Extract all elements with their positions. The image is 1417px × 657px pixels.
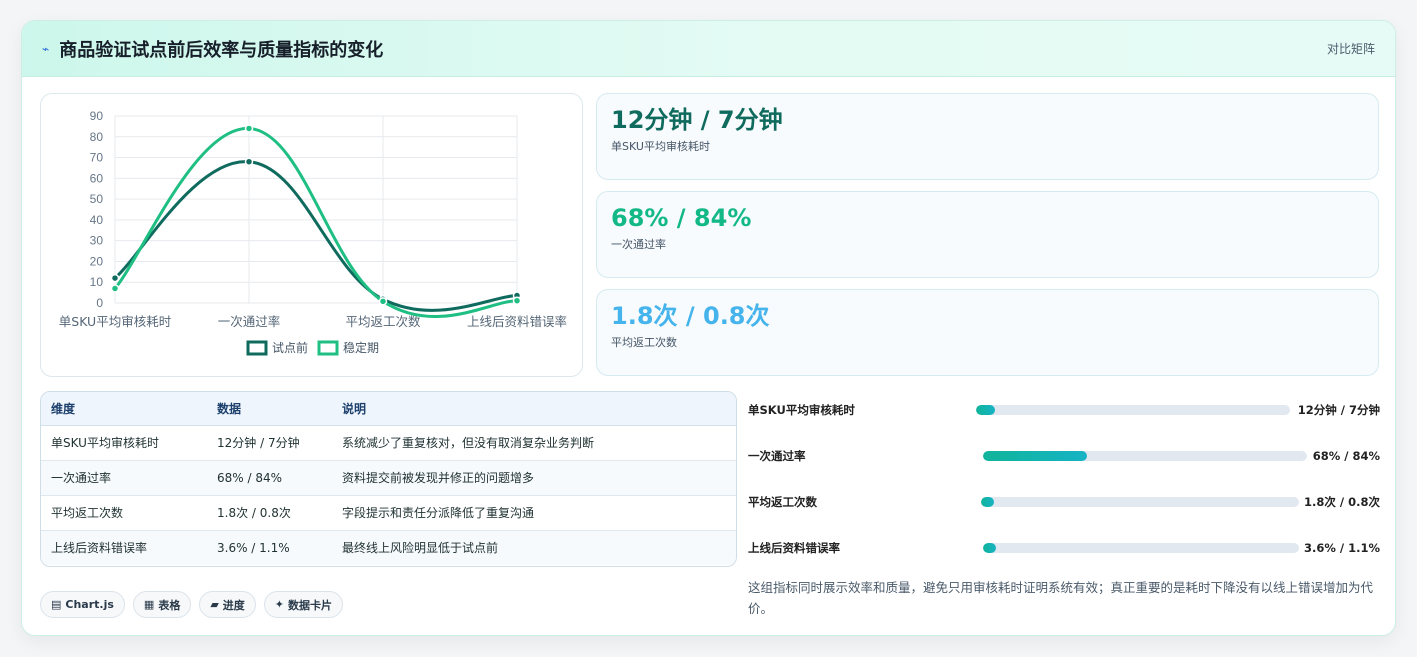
tag-progress[interactable]: ▰ 进度: [199, 591, 256, 618]
y-tick-label: 20: [90, 254, 104, 268]
progress-label: 单SKU平均审核耗时: [748, 403, 855, 417]
tag-label: Chart.js: [65, 598, 114, 611]
y-tick-label: 80: [90, 130, 104, 144]
table-row: 平均返工次数 1.8次 / 0.8次 字段提示和责任分派降低了重复沟通: [41, 495, 736, 531]
legend-swatch: [246, 340, 268, 356]
stat-card-review-time: 12分钟 / 7分钟 单SKU平均审核耗时: [596, 93, 1379, 180]
metrics-card: ⌁ 商品验证试点前后效率与质量指标的变化 对比矩阵 0 10 20 30 40 50 60 7…: [21, 20, 1396, 636]
y-tick-label: 70: [90, 151, 104, 165]
stat-card-pass-rate: 68% / 84% 一次通过率: [596, 191, 1379, 278]
y-tick-label: 60: [90, 171, 104, 185]
table-row: 单SKU平均审核耗时 12分钟 / 7分钟 系统减少了重复核对，但没有取消复杂业…: [41, 425, 736, 461]
page-title: ⌁ 商品验证试点前后效率与质量指标的变化: [42, 36, 383, 62]
stat-label: 平均返工次数: [611, 336, 677, 349]
stat-card-rework: 1.8次 / 0.8次 平均返工次数: [596, 289, 1379, 376]
table-cell: 平均返工次数: [41, 495, 207, 531]
comparison-matrix-link[interactable]: 对比矩阵: [1327, 40, 1375, 57]
y-tick-label: 50: [90, 192, 104, 206]
data-point: [512, 296, 522, 305]
table-cell: 68% / 84%: [207, 460, 332, 496]
progress-label: 上线后资料错误率: [748, 541, 840, 555]
data-point: [244, 157, 254, 166]
chart-svg: 0 10 20 30 40 50 60 70 80 90 单SKU平均审核耗时 一次通过率 平均返工次数…: [59, 109, 567, 356]
sparkle-icon: ✦: [274, 598, 285, 611]
tag-list: ▤ Chart.js ▦ 表格 ▰ 进度 ✦ 数据卡片: [40, 591, 344, 618]
progress-row: 单SKU平均审核耗时 12分钟 / 7分钟: [748, 400, 1380, 420]
progress-row: 上线后资料错误率 3.6% / 1.1%: [748, 538, 1380, 558]
data-point: [110, 284, 120, 293]
column-header: 数据: [207, 392, 332, 426]
x-tick-label: 上线后资料错误率: [467, 314, 567, 329]
progress-value: 3.6% / 1.1%: [1304, 541, 1380, 555]
tag-data-cards[interactable]: ✦ 数据卡片: [263, 591, 344, 618]
page-title-text: 商品验证试点前后效率与质量指标的变化: [59, 39, 384, 61]
table-row: 一次通过率 68% / 84% 资料提交前被发现并修正的问题增多: [41, 460, 736, 496]
stat-value: 68% / 84%: [611, 204, 752, 232]
x-tick-label: 单SKU平均审核耗时: [59, 314, 172, 329]
stat-value: 1.8次 / 0.8次: [611, 302, 770, 330]
chart-icon: ▤: [51, 598, 62, 611]
y-tick-label: 10: [90, 275, 104, 289]
x-tick-label: 一次通过率: [218, 314, 281, 329]
table-icon: ▦: [143, 598, 155, 611]
tag-chartjs[interactable]: ▤ Chart.js: [40, 591, 125, 618]
table-cell: 单SKU平均审核耗时: [41, 425, 207, 461]
table-cell: 资料提交前被发现并修正的问题增多: [332, 460, 736, 496]
table-cell: 1.8次 / 0.8次: [207, 495, 332, 531]
progress-row: 平均返工次数 1.8次 / 0.8次: [748, 492, 1380, 512]
legend-label: 试点前: [272, 340, 308, 355]
tag-label: 数据卡片: [288, 598, 333, 612]
progress-value: 12分钟 / 7分钟: [1297, 403, 1380, 417]
progress-row: 一次通过率 68% / 84%: [748, 446, 1380, 466]
y-tick-label: 90: [90, 109, 104, 123]
y-tick-label: 0: [96, 296, 103, 310]
table-cell: 3.6% / 1.1%: [207, 530, 332, 565]
column-header: 说明: [332, 392, 736, 426]
tag-label: 进度: [222, 598, 245, 612]
progress-track: [983, 451, 1307, 461]
stat-label: 单SKU平均审核耗时: [611, 140, 710, 153]
progress-label: 一次通过率: [748, 449, 806, 463]
x-tick-label: 平均返工次数: [345, 314, 421, 329]
progress-track: [983, 543, 1299, 553]
data-point: [110, 273, 120, 283]
progress-track: [981, 497, 1299, 507]
progress-value: 68% / 84%: [1312, 449, 1380, 463]
table-header-row: 维度 数据 说明: [41, 392, 736, 426]
card-header: ⌁ 商品验证试点前后效率与质量指标的变化 对比矩阵: [22, 21, 1395, 77]
y-tick-label: 30: [90, 234, 104, 248]
table-cell: 最终线上风险明显低于试点前: [332, 530, 736, 565]
progress-track: [976, 405, 1290, 415]
table-cell: 上线后资料错误率: [41, 530, 207, 565]
stat-label: 一次通过率: [611, 238, 666, 251]
tag-table[interactable]: ▦ 表格: [132, 591, 192, 618]
line-chart: 0 10 20 30 40 50 60 70 80 90 单SKU平均审核耗时 一次通过率 平均返工次数…: [40, 93, 583, 377]
stat-value: 12分钟 / 7分钟: [611, 106, 783, 134]
table-cell: 系统减少了重复核对，但没有取消复杂业务判断: [332, 425, 736, 461]
summary-note: 这组指标同时展示效率和质量，避免只用审核耗时证明系统有效；真正重要的是耗时下降没…: [748, 580, 1374, 616]
legend-label: 稳定期: [343, 340, 379, 355]
data-point: [244, 124, 254, 133]
series-line-1: [114, 160, 518, 312]
line-chart-icon: ⌁: [42, 41, 50, 56]
legend-swatch: [317, 340, 339, 356]
comparison-table: 维度 数据 说明 单SKU平均审核耗时 12分钟 / 7分钟 系统减少了重复核对…: [40, 391, 737, 567]
tag-label: 表格: [158, 598, 181, 612]
data-point: [378, 297, 388, 306]
column-header: 维度: [41, 392, 207, 426]
table-cell: 字段提示和责任分派降低了重复沟通: [332, 495, 736, 531]
progress-label: 平均返工次数: [748, 495, 817, 509]
table-cell: 12分钟 / 7分钟: [207, 425, 332, 461]
progress-icon: ▰: [210, 598, 219, 611]
progress-fill: [983, 451, 1087, 461]
progress-fill: [981, 497, 994, 507]
progress-value: 1.8次 / 0.8次: [1304, 495, 1380, 509]
y-tick-label: 40: [90, 213, 104, 227]
table-row: 上线后资料错误率 3.6% / 1.1% 最终线上风险明显低于试点前: [41, 530, 736, 565]
table-cell: 一次通过率: [41, 460, 207, 496]
progress-fill: [983, 543, 996, 553]
progress-fill: [976, 405, 995, 415]
